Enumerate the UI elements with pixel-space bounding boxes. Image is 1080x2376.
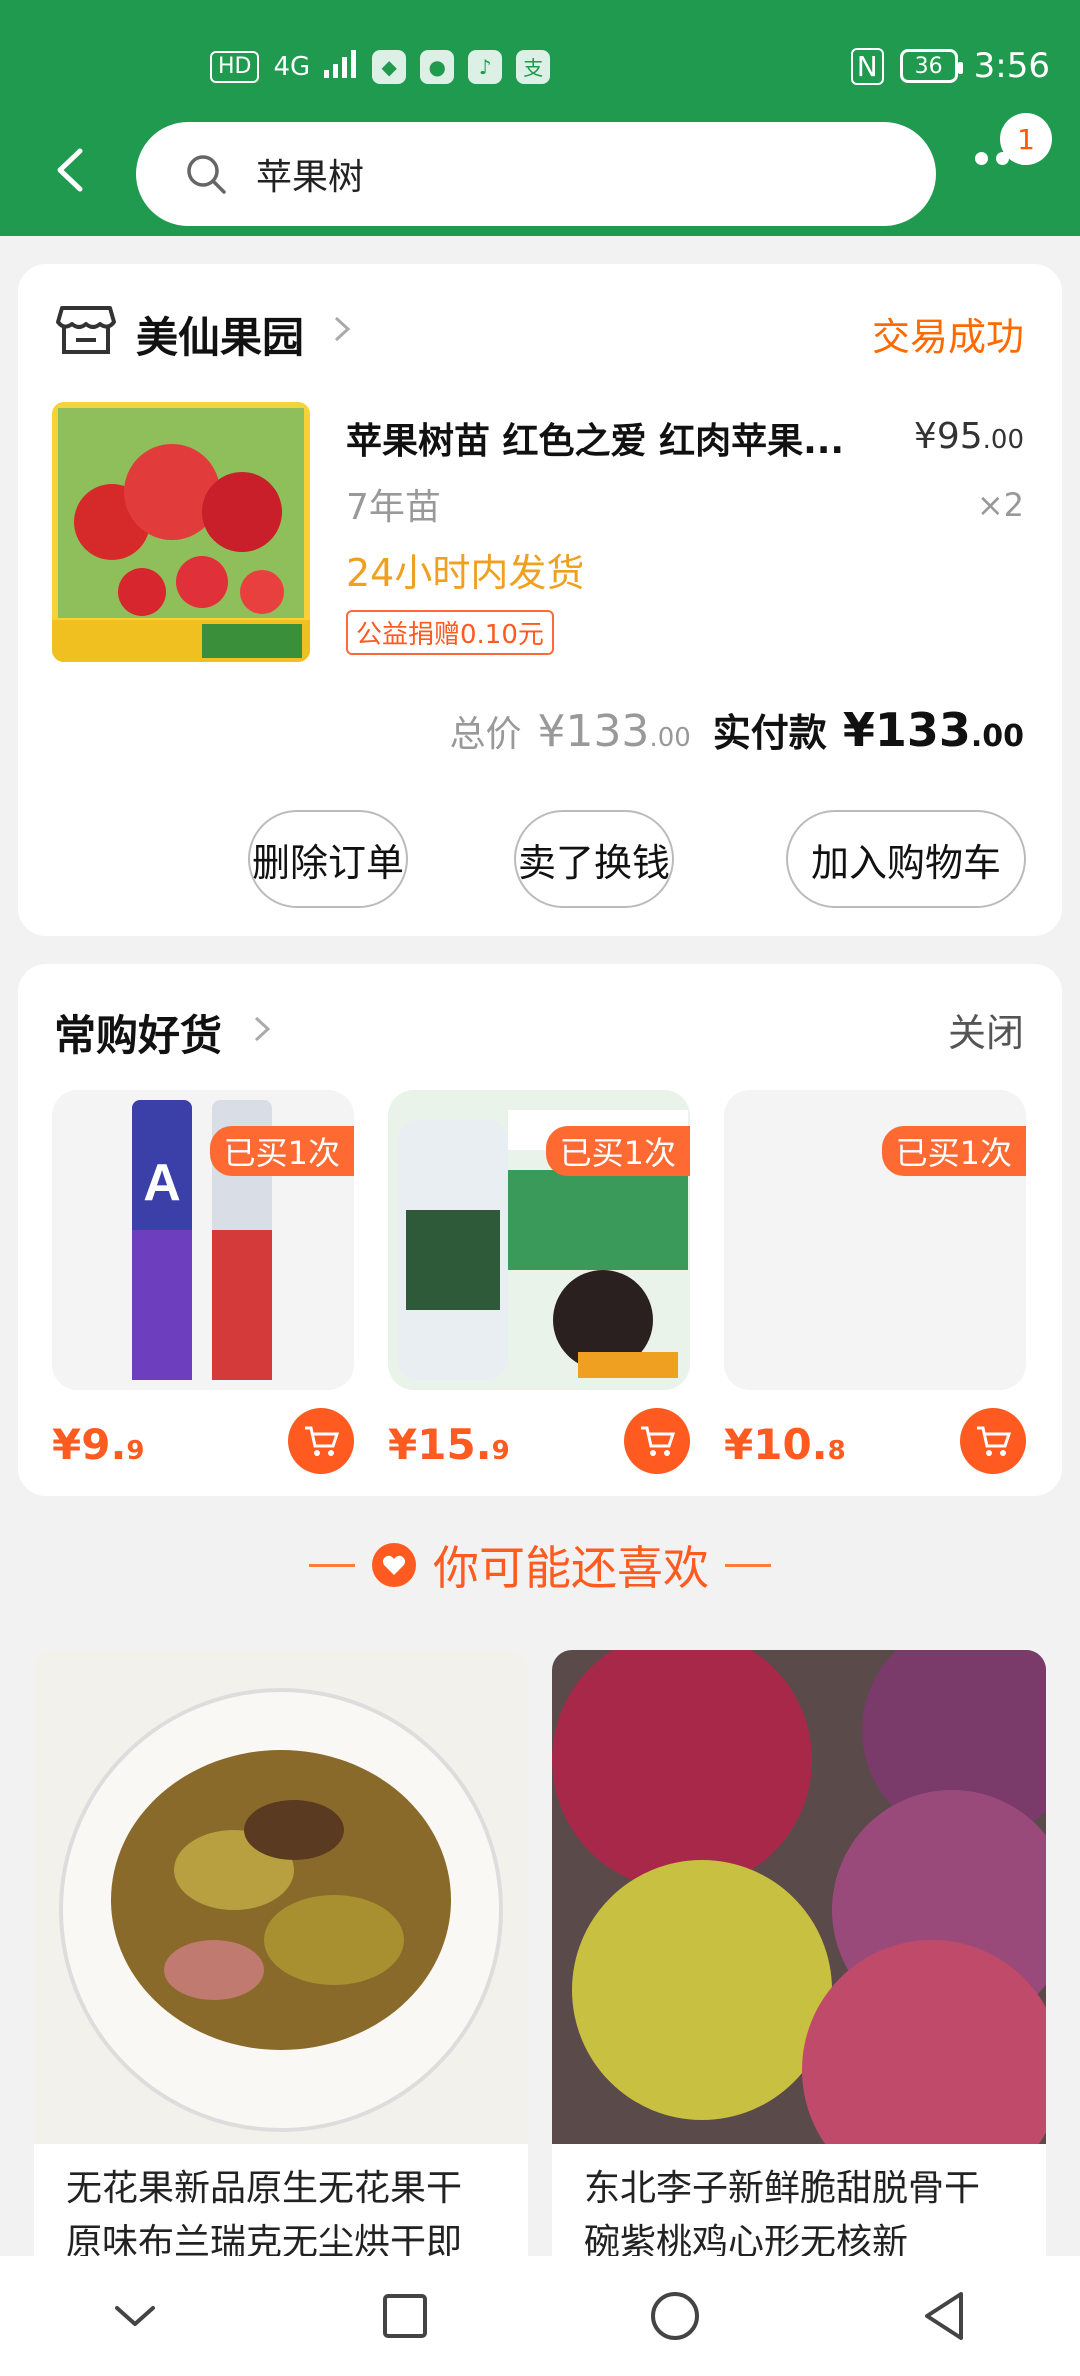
frequent-goods-card: 常购好货 关闭 A 已买1次 ¥9.9 已买1次 ¥15.9 已买1次 ¥10.… [18, 964, 1062, 1496]
bought-badge: 已买1次 [545, 1126, 690, 1176]
divider [309, 1563, 355, 1567]
paid-label: 实付款 [712, 711, 827, 755]
wechat-icon: ● [420, 49, 455, 84]
frequent-item[interactable]: 已买1次 ¥10.8 [724, 1090, 1026, 1474]
frequent-goods-title[interactable]: 常购好货 [54, 1002, 222, 1063]
cart-icon [641, 1426, 675, 1456]
close-button[interactable]: 关闭 [948, 1002, 1024, 1057]
search-bar[interactable]: 苹果树 [136, 122, 936, 226]
product-image[interactable]: 已买1次 [388, 1090, 690, 1390]
search-icon [187, 155, 226, 194]
recommend-heading: 你可能还喜欢 [0, 1532, 1080, 1598]
chevron-left-icon [57, 148, 83, 192]
paid-amount: ¥133.00 [842, 703, 1024, 757]
shipping-promise: 24小时内发货 [346, 551, 585, 595]
svg-text:A: A [143, 1154, 181, 1212]
back-button[interactable] [50, 145, 100, 195]
resell-button[interactable]: 卖了换钱 [514, 810, 674, 908]
signal-4g-indicator: 4G [273, 51, 311, 82]
product-quantity: ×2 [976, 486, 1024, 524]
hd-indicator: HD [210, 50, 260, 83]
product-price: ¥95.00 [913, 416, 1024, 457]
cart-icon [305, 1426, 339, 1456]
add-to-cart-button[interactable]: 加入购物车 [786, 810, 1026, 908]
nfc-icon: N [850, 47, 884, 85]
donation-tag: 公益捐赠0.10元 [346, 610, 554, 655]
product-spec: 7年苗 [346, 487, 441, 528]
music-icon: ♪ [468, 49, 503, 84]
add-to-cart-button[interactable] [624, 1408, 690, 1474]
app-notification-icon: ◆ [372, 49, 407, 84]
product-image[interactable]: 已买1次 [724, 1090, 1026, 1390]
status-bar: HD 4G ◆ ● ♪ 支 N 36 3:56 [0, 0, 1080, 130]
status-right: N 36 3:56 [850, 46, 1050, 86]
chevron-right-icon [254, 1016, 271, 1042]
frequent-item[interactable]: A 已买1次 ¥9.9 [52, 1090, 354, 1474]
heart-icon [372, 1543, 416, 1587]
order-card: 美仙果园 交易成功 苹果树苗 红色之爱 红肉苹果... ¥95.00 7年苗 ×… [18, 264, 1062, 936]
status-left: HD 4G ◆ ● ♪ 支 [210, 48, 551, 85]
system-nav-bar [0, 2256, 1080, 2376]
product-image[interactable]: A 已买1次 [52, 1090, 354, 1390]
add-to-cart-button[interactable] [960, 1408, 1026, 1474]
product-title[interactable]: 苹果树苗 红色之爱 红肉苹果... [346, 412, 906, 464]
item-price: ¥15.9 [388, 1420, 510, 1469]
divider [725, 1563, 771, 1567]
bought-badge: 已买1次 [209, 1126, 354, 1176]
frequent-item[interactable]: 已买1次 ¥15.9 [388, 1090, 690, 1474]
total-price: ¥133.00 [537, 706, 691, 757]
message-count-badge: 1 [1000, 113, 1052, 165]
store-name[interactable]: 美仙果园 [136, 304, 304, 365]
cart-icon [977, 1426, 1011, 1456]
order-status: 交易成功 [871, 315, 1024, 359]
item-price: ¥9.9 [52, 1420, 145, 1469]
header-bar: HD 4G ◆ ● ♪ 支 N 36 3:56 苹果树 1 [0, 0, 1080, 236]
battery-icon: 36 [899, 49, 963, 83]
store-icon [56, 306, 116, 354]
total-label: 总价 [449, 714, 522, 755]
product-thumbnail[interactable] [52, 402, 310, 662]
product-image[interactable] [34, 1650, 528, 2144]
alipay-icon: 支 [516, 49, 551, 84]
item-price: ¥10.8 [724, 1420, 846, 1469]
bought-badge: 已买1次 [881, 1126, 1026, 1176]
order-totals: 总价 ¥133.00 实付款 ¥133.00 [449, 702, 1024, 757]
back-triangle-icon[interactable] [915, 2286, 975, 2346]
chevron-right-icon [334, 316, 351, 342]
signal-bars-icon [324, 48, 358, 85]
product-image[interactable] [552, 1650, 1046, 2200]
chevron-down-icon[interactable] [105, 2286, 165, 2346]
recent-apps-icon[interactable] [375, 2286, 435, 2346]
search-query: 苹果树 [256, 157, 365, 198]
add-to-cart-button[interactable] [288, 1408, 354, 1474]
recommend-title: 你可能还喜欢 [433, 1541, 709, 1595]
home-icon[interactable] [645, 2286, 705, 2346]
delete-order-button[interactable]: 删除订单 [248, 810, 408, 908]
clock: 3:56 [973, 46, 1050, 86]
